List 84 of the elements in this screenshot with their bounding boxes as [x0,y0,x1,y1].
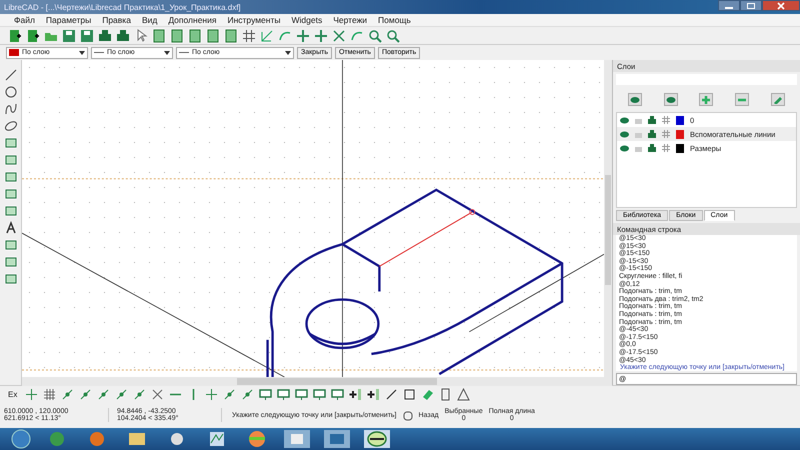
node-icon[interactable] [133,388,146,400]
grid-icon[interactable] [242,28,256,42]
plus-icon [701,96,712,104]
caret-icon [164,50,170,54]
menu-item[interactable]: Параметры [46,15,92,25]
app-icon[interactable] [362,429,392,449]
printer-icon[interactable] [116,28,130,42]
intersection-icon[interactable] [151,388,164,400]
layer-action-button[interactable] [735,93,750,106]
menu-item[interactable]: Вид [142,15,158,25]
printer-icon[interactable] [648,116,656,124]
node-icon[interactable] [223,388,236,400]
monitor-icon[interactable] [295,388,308,400]
horizontal-scrollbar[interactable] [22,377,612,386]
menu-item[interactable]: Правка [102,15,131,25]
move-icon[interactable] [296,28,310,42]
page-icon[interactable] [188,28,202,42]
layer-action-button[interactable] [699,93,714,106]
menu-item[interactable]: Инструменты [227,15,280,25]
zoom-icon[interactable] [386,28,400,42]
page-icon[interactable] [206,28,220,42]
endpoint-icon[interactable] [61,388,74,400]
line-icon[interactable] [385,388,398,400]
page-icon[interactable] [224,28,238,42]
rectangle-icon[interactable] [403,388,416,400]
caret-icon [79,50,85,54]
pencil-icon [773,96,784,104]
window-icon[interactable] [322,429,352,449]
grid-icon[interactable] [662,144,670,152]
new-document-icon[interactable] [8,28,22,42]
page-icon[interactable] [170,28,184,42]
printer-icon[interactable] [648,130,656,138]
picture-icon[interactable] [282,429,312,449]
plus-icon[interactable] [367,388,380,400]
layer-action-button[interactable] [771,93,786,106]
maximize-button[interactable] [740,0,762,11]
menu-item[interactable]: Дополнения [168,15,216,25]
midpoint-icon[interactable] [79,388,92,400]
color-swatch-icon [9,49,19,56]
text-tool-icon[interactable] [4,221,18,235]
drawing-canvas[interactable] [22,60,604,378]
new-document-icon[interactable] [26,28,40,42]
curve-tool-icon[interactable] [4,102,18,116]
move-icon[interactable] [314,28,328,42]
printer-icon[interactable] [648,144,656,152]
close-button[interactable] [762,0,800,11]
menu-item[interactable]: Помощь [378,15,411,25]
layer-action-button[interactable] [664,93,678,106]
monitor-icon[interactable] [259,388,272,400]
menu-item[interactable]: Widgets [292,15,322,25]
window-title: LibreCAD - [...\Чертежи\Librecad Практика\1_Урок_Практика.dxf] [4,2,241,12]
monitor-icon[interactable] [313,388,326,400]
grid-icon[interactable] [43,388,56,400]
cross-icon[interactable] [205,388,218,400]
page-icon[interactable] [439,388,452,400]
page-icon[interactable] [152,28,166,42]
node-icon[interactable] [115,388,128,400]
mouse-icon [402,409,412,421]
vertical-scrollbar[interactable] [604,60,612,378]
monitor-icon[interactable] [277,388,290,400]
maximize-icon [746,2,756,10]
crosshair-icon[interactable] [25,388,38,400]
scale-icon[interactable] [332,28,346,42]
menu-item[interactable]: Чертежи [333,15,368,25]
monitor-icon[interactable] [331,388,344,400]
ellipse-tool-icon[interactable] [4,119,18,133]
layer-action-button[interactable] [628,93,642,106]
caret-icon [285,50,291,54]
start-icon[interactable] [10,429,32,449]
printer-icon[interactable] [98,28,112,42]
zoom-icon[interactable] [368,28,382,42]
eye-icon [666,96,676,104]
grid-icon[interactable] [662,116,670,124]
line-tool-icon[interactable] [4,68,18,82]
eye-icon [630,96,640,104]
menu-item[interactable]: Файл [14,15,35,25]
snap-toolbar-label: Ex [8,390,18,398]
node-icon[interactable] [97,388,110,400]
circle-tool-icon[interactable] [4,85,18,99]
node-icon[interactable] [241,388,254,400]
close-icon [776,2,786,10]
plus-icon[interactable] [349,388,362,400]
warning-icon[interactable] [457,388,470,400]
minimize-button[interactable] [718,0,740,11]
